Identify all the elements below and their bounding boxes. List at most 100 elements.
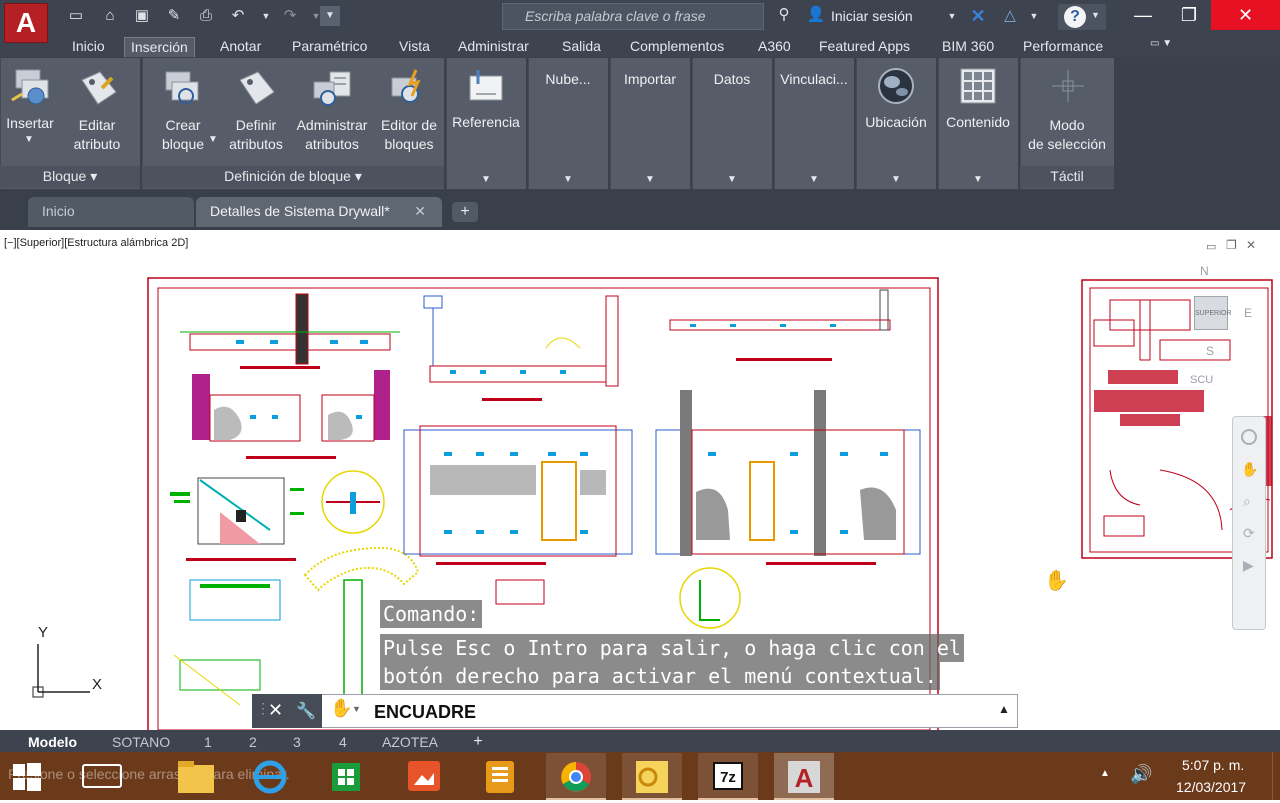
- orbit-icon[interactable]: ⟳: [1243, 525, 1255, 542]
- outlook-icon[interactable]: [622, 753, 682, 800]
- binoculars-icon[interactable]: ⚲: [772, 5, 796, 25]
- tab-detalles-drywall[interactable]: Detalles de Sistema Drywall* ✕: [196, 197, 442, 227]
- exchange-apps-icon[interactable]: ✕: [968, 6, 988, 26]
- taskbar-date[interactable]: 12/03/2017: [1176, 779, 1246, 795]
- panel-definicion-title[interactable]: Definición de bloque ▾: [142, 166, 444, 188]
- application-menu-button[interactable]: A: [4, 3, 48, 43]
- windows-store-icon[interactable]: [316, 753, 376, 800]
- maximize-button[interactable]: ❐: [1166, 0, 1212, 30]
- define-attributes-button[interactable]: Definir atributos: [224, 116, 288, 154]
- panel-bloque-title[interactable]: Bloque ▾: [0, 166, 140, 188]
- ribbon-tab-bim-360[interactable]: BIM 360: [936, 37, 1000, 57]
- command-history-toggle-icon[interactable]: ▲: [998, 702, 1010, 716]
- showmotion-icon[interactable]: ▶: [1243, 557, 1254, 574]
- ribbon-tab-inicio[interactable]: Inicio: [66, 37, 111, 57]
- help-button[interactable]: ? ▼: [1058, 4, 1106, 30]
- viewport-controls-label[interactable]: [−][Superior][Estructura alámbrica 2D]: [4, 237, 188, 249]
- zoom-icon[interactable]: ⌕: [1243, 493, 1251, 510]
- signin-dropdown-icon[interactable]: ▼: [942, 6, 962, 26]
- file-explorer-icon[interactable]: [168, 753, 228, 800]
- ribbon-tab-a360[interactable]: A360: [752, 37, 797, 57]
- ribbon-tab-featured-apps[interactable]: Featured Apps: [813, 37, 916, 57]
- signin-label[interactable]: Iniciar sesión: [831, 8, 913, 24]
- ribbon-tab-inserci-n[interactable]: Inserción: [124, 37, 195, 57]
- command-customize-icon[interactable]: 🔧: [296, 701, 316, 721]
- ribbon-minimize-toggle[interactable]: ▭ ▼: [1150, 38, 1190, 52]
- ribbon-tab-salida[interactable]: Salida: [556, 37, 607, 57]
- show-hidden-icons[interactable]: ▲: [1100, 768, 1110, 779]
- insert-dropdown-icon[interactable]: ▼: [24, 134, 34, 145]
- referencia-dropdown-icon[interactable]: ▼: [446, 174, 526, 185]
- importar-dropdown-icon[interactable]: ▼: [610, 174, 690, 185]
- ribbon-tab-performance[interactable]: Performance: [1017, 37, 1109, 57]
- layout-tab-sotano[interactable]: SOTANO: [112, 732, 170, 752]
- viewcube[interactable]: SUPERIOR: [1194, 296, 1232, 330]
- volume-icon[interactable]: 🔊: [1130, 764, 1152, 785]
- viewcube-north[interactable]: N: [1200, 264, 1209, 278]
- autodesk-a360-icon[interactable]: △: [1000, 6, 1020, 26]
- edit-attribute-button[interactable]: Editar atributo: [64, 116, 130, 154]
- layout-tab-modelo[interactable]: Modelo: [28, 732, 77, 752]
- contenido-dropdown-icon[interactable]: ▼: [938, 174, 1018, 185]
- new-tab-button[interactable]: +: [452, 202, 478, 222]
- recent-commands-dropdown-icon[interactable]: ▼: [352, 704, 361, 714]
- a360-dropdown-icon[interactable]: ▼: [1024, 6, 1044, 26]
- command-close-icon[interactable]: ✕: [268, 700, 283, 721]
- close-button[interactable]: ✕: [1211, 0, 1280, 30]
- plot-icon[interactable]: ⎙: [196, 6, 216, 26]
- internet-explorer-icon[interactable]: [240, 753, 300, 800]
- create-block-button[interactable]: Crear bloque: [150, 116, 216, 154]
- save-as-icon[interactable]: ✎: [164, 6, 184, 26]
- layout-tab-1[interactable]: 1: [204, 732, 212, 752]
- layout-tab-2[interactable]: 2: [249, 732, 257, 752]
- show-desktop-button[interactable]: [1272, 752, 1280, 800]
- chrome-icon[interactable]: [546, 753, 606, 800]
- vinculacion-dropdown-icon[interactable]: ▼: [774, 174, 854, 185]
- ribbon-tab-vista[interactable]: Vista: [393, 37, 436, 57]
- layout-tab-4[interactable]: 4: [339, 732, 347, 752]
- layout-tab-azotea[interactable]: AZOTEA: [382, 732, 438, 752]
- open-file-icon[interactable]: ⌂: [100, 6, 120, 26]
- touch-keyboard-icon[interactable]: [82, 764, 122, 788]
- customize-qat-icon[interactable]: ▼: [320, 6, 340, 26]
- windows-start-icon[interactable]: [12, 762, 42, 795]
- layout-tab-3[interactable]: 3: [293, 732, 301, 752]
- taskbar-time[interactable]: 5:07 p. m.: [1182, 757, 1244, 773]
- minimize-button[interactable]: —: [1120, 0, 1166, 30]
- viewport-restore-icon[interactable]: ❐: [1226, 238, 1237, 252]
- wcs-menu[interactable]: SCU: [1190, 374, 1213, 386]
- create-block-dropdown-icon[interactable]: ▼: [208, 134, 218, 145]
- manage-attributes-button[interactable]: Administrar atributos: [290, 116, 374, 154]
- insert-button[interactable]: Insertar: [0, 114, 60, 133]
- viewport-close-icon[interactable]: ✕: [1246, 238, 1256, 252]
- undo-dropdown-icon[interactable]: ▼: [256, 6, 276, 26]
- ribbon-tab-anotar[interactable]: Anotar: [214, 37, 267, 57]
- save-icon[interactable]: ▣: [132, 6, 152, 26]
- new-layout-button[interactable]: +: [468, 733, 488, 751]
- ribbon-tab-complementos[interactable]: Complementos: [624, 37, 730, 57]
- selection-mode-button[interactable]: Modo de selección: [1020, 116, 1114, 154]
- ribbon-tab-administrar[interactable]: Administrar: [452, 37, 535, 57]
- viewcube-east[interactable]: E: [1244, 306, 1252, 320]
- viewport-minimize-icon[interactable]: ▭: [1206, 240, 1216, 253]
- photos-app-icon[interactable]: [394, 753, 454, 800]
- command-line[interactable]: [252, 694, 1018, 728]
- autocad-taskbar-icon[interactable]: A: [774, 753, 834, 800]
- datos-dropdown-icon[interactable]: ▼: [692, 174, 772, 185]
- command-input[interactable]: ENCUADRE: [374, 702, 476, 723]
- viewcube-south[interactable]: S: [1206, 344, 1214, 358]
- pan-icon[interactable]: ✋: [1241, 461, 1258, 478]
- ubicacion-dropdown-icon[interactable]: ▼: [856, 174, 936, 185]
- tab-close-icon[interactable]: ✕: [414, 197, 426, 225]
- navigation-bar[interactable]: ✋ ⌕ ⟳ ▶: [1232, 416, 1266, 630]
- ribbon-tab-param-trico[interactable]: Paramétrico: [286, 37, 373, 57]
- block-editor-button[interactable]: Editor de bloques: [374, 116, 444, 154]
- new-file-icon[interactable]: ▭: [66, 6, 86, 26]
- undo-icon[interactable]: ↶: [228, 6, 248, 26]
- 7zip-icon[interactable]: 7z: [698, 753, 758, 800]
- tab-inicio[interactable]: Inicio: [28, 197, 194, 227]
- search-input[interactable]: Escriba palabra clave o frase: [502, 3, 764, 30]
- steering-wheel-icon[interactable]: [1241, 429, 1257, 445]
- redo-icon[interactable]: ↷: [280, 6, 300, 26]
- notes-app-icon[interactable]: [470, 753, 530, 800]
